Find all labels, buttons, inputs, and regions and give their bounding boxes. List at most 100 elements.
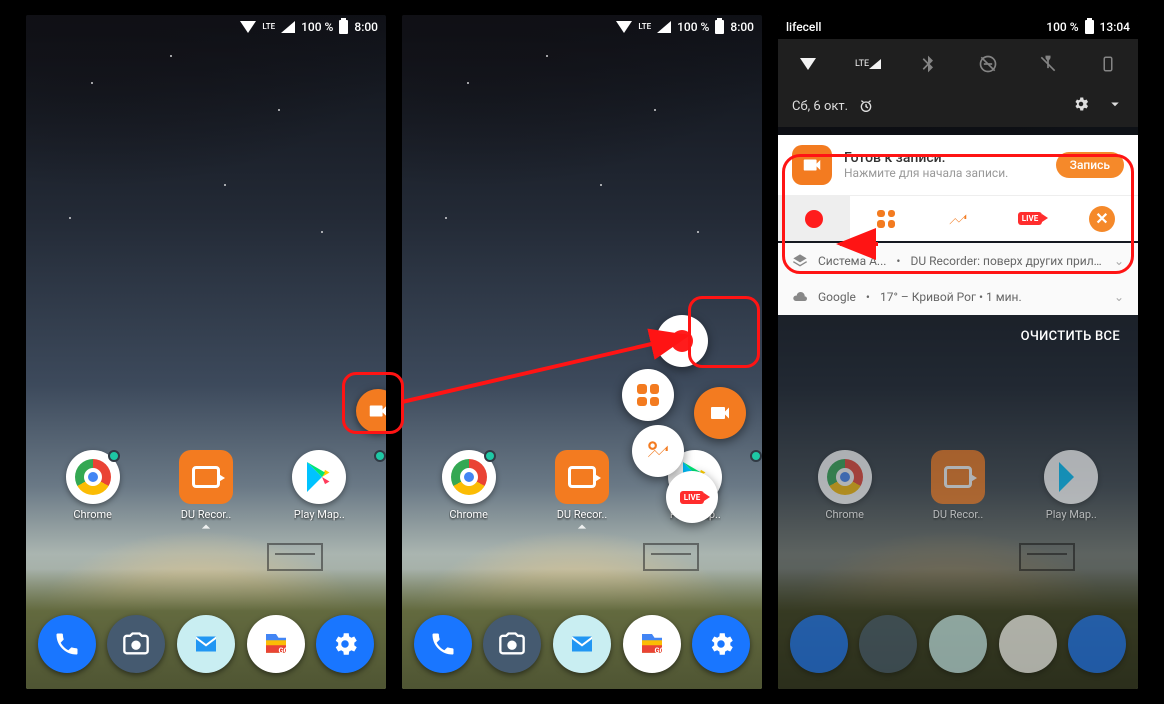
fab-live[interactable]: LIVE <box>666 471 718 523</box>
app-label: Chrome <box>449 508 488 521</box>
wifi-icon <box>800 58 816 70</box>
weather-provider: Google <box>818 290 856 304</box>
signal-icon <box>869 59 881 69</box>
qs-wifi[interactable] <box>788 44 828 84</box>
network-label: LTE <box>262 23 275 31</box>
dock-camera[interactable] <box>107 615 165 673</box>
network-label: LTE <box>638 23 651 31</box>
fab-tools[interactable] <box>632 425 684 477</box>
action-record[interactable] <box>778 196 850 241</box>
action-close[interactable]: ✕ <box>1066 196 1138 241</box>
action-apps[interactable] <box>850 196 922 241</box>
qs-dnd[interactable] <box>968 44 1008 84</box>
wallpaper <box>402 15 762 689</box>
du-notification[interactable]: Готов к записи. Нажмите для начала запис… <box>778 135 1138 241</box>
record-pill-button[interactable]: Запись <box>1056 152 1124 178</box>
quick-settings-row: LTE <box>778 39 1138 89</box>
notification-subtitle: Нажмите для начала записи. <box>844 166 1044 180</box>
quick-settings-footer: Сб, 6 окт. <box>778 89 1138 127</box>
app-du-recorder[interactable]: DU Recor.. <box>542 450 622 521</box>
alarm-icon <box>858 98 874 114</box>
app-chrome[interactable]: Chrome <box>53 450 133 521</box>
app-chrome[interactable]: Chrome <box>429 450 509 521</box>
clear-all-button[interactable]: ОЧИСТИТЬ ВСЕ <box>778 315 1138 358</box>
battery-icon <box>1085 20 1094 34</box>
screen-3-notification-shade: Chrome DU Recor.. Play Мар.. lifecell 10… <box>778 15 1138 689</box>
app-du-recorder[interactable]: DU Recor.. <box>166 450 246 521</box>
expand-button[interactable] <box>1106 95 1124 117</box>
notification-title: Готов к записи. <box>844 150 1044 166</box>
app-drawer-handle[interactable] <box>572 517 592 541</box>
dock-mail[interactable] <box>177 615 235 673</box>
action-tools[interactable] <box>922 196 994 241</box>
notifications: Готов к записи. Нажмите для начала запис… <box>778 135 1138 358</box>
dock-phone[interactable] <box>38 615 96 673</box>
live-icon: LIVE <box>680 491 704 504</box>
status-bar: lifecell 100 % 13:04 <box>778 15 1138 39</box>
screen-2-fan-menu: LTE 100 % 8:00 Chrome DU Recor.. Play Ма… <box>402 15 762 689</box>
cloud-icon <box>792 289 808 305</box>
action-live[interactable]: LIVE <box>994 196 1066 241</box>
app-label: Play Мар.. <box>294 508 345 521</box>
chevron-down-icon: ⌄ <box>1114 254 1124 268</box>
clock: 8:00 <box>354 20 378 34</box>
system-notification[interactable]: Система А... • DU Recorder: поверх други… <box>778 243 1138 279</box>
du-recorder-icon <box>555 450 609 504</box>
status-bar: LTE 100 % 8:00 <box>402 15 762 39</box>
dock-files[interactable]: GO <box>623 615 681 673</box>
chrome-icon <box>442 450 496 504</box>
system-notif-text: DU Recorder: поверх других прило... <box>910 254 1103 268</box>
du-recorder-icon <box>792 145 832 185</box>
chevron-down-icon: ⌄ <box>1114 290 1124 304</box>
notification-dot <box>484 450 496 462</box>
system-notif-prefix: Система А... <box>818 254 886 268</box>
dock-settings[interactable] <box>692 615 750 673</box>
signal-icon <box>281 21 295 33</box>
dock <box>778 607 1138 681</box>
record-icon <box>671 330 693 352</box>
close-icon: ✕ <box>1089 206 1115 232</box>
battery-percent: 100 % <box>1046 20 1078 34</box>
wifi-icon <box>616 21 632 33</box>
fab-camera-main[interactable] <box>694 387 746 439</box>
weather-text: 17° – Кривой Рог • 1 мин. <box>880 290 1022 304</box>
dock: GO <box>26 607 386 681</box>
battery-percent: 100 % <box>677 20 709 34</box>
record-icon <box>805 210 823 228</box>
weather-notification[interactable]: Google • 17° – Кривой Рог • 1 мин. ⌄ <box>778 279 1138 315</box>
fab-record[interactable] <box>656 315 708 367</box>
qs-bluetooth[interactable] <box>908 44 948 84</box>
carrier-label: lifecell <box>786 20 821 34</box>
app-play-store[interactable]: Play Мар.. <box>279 450 359 521</box>
svg-text:GO: GO <box>278 646 288 655</box>
dock-files[interactable]: GO <box>247 615 305 673</box>
notification-dot <box>108 450 120 462</box>
home-app-row: Chrome DU Recor.. Play Мар.. <box>26 450 386 521</box>
clock: 8:00 <box>730 20 754 34</box>
settings-button[interactable] <box>1072 95 1090 117</box>
live-icon: LIVE <box>1018 212 1042 225</box>
app-label: Chrome <box>73 508 112 521</box>
fab-apps[interactable] <box>622 369 674 421</box>
battery-percent: 100 % <box>301 20 333 34</box>
wallpaper <box>26 15 386 689</box>
qs-flashlight[interactable] <box>1028 44 1068 84</box>
tutorial-composite: LTE 100 % 8:00 Chrome DU Recor.. Play Ма… <box>0 0 1164 704</box>
dock-camera[interactable] <box>483 615 541 673</box>
apps-grid-icon <box>877 210 895 228</box>
apps-grid-icon <box>637 384 659 406</box>
qs-data[interactable]: LTE <box>848 44 888 84</box>
battery-icon <box>715 20 724 34</box>
quick-settings: LTE Сб, 6 окт. <box>778 39 1138 127</box>
dock-phone[interactable] <box>414 615 472 673</box>
dock-settings[interactable] <box>316 615 374 673</box>
screen-1-home: LTE 100 % 8:00 Chrome DU Recor.. Play Ма… <box>26 15 386 689</box>
play-store-icon <box>292 450 346 504</box>
status-bar: LTE 100 % 8:00 <box>26 15 386 39</box>
notification-dot <box>750 450 762 462</box>
battery-icon <box>339 20 348 34</box>
dock-mail[interactable] <box>553 615 611 673</box>
app-drawer-handle[interactable] <box>196 517 216 541</box>
layers-icon <box>792 253 808 269</box>
qs-rotation[interactable] <box>1088 44 1128 84</box>
